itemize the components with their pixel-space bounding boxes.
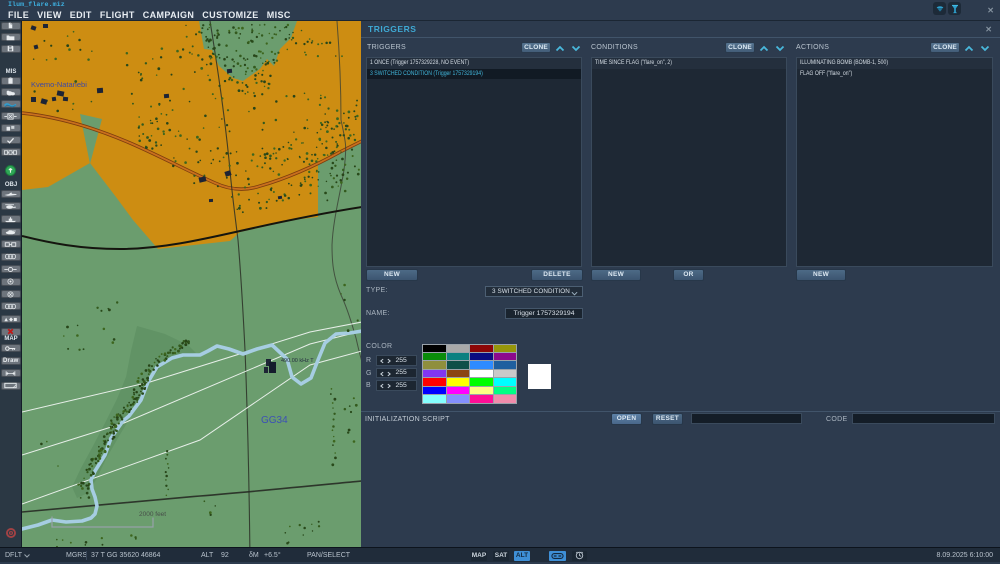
svg-text:GG34: GG34 [261,415,288,426]
svg-text:490.00 kHz T: 490.00 kHz T [281,358,314,364]
svg-text:Kvemo-Natanebi: Kvemo-Natanebi [31,80,87,89]
svg-text:2000 feet: 2000 feet [139,511,166,518]
